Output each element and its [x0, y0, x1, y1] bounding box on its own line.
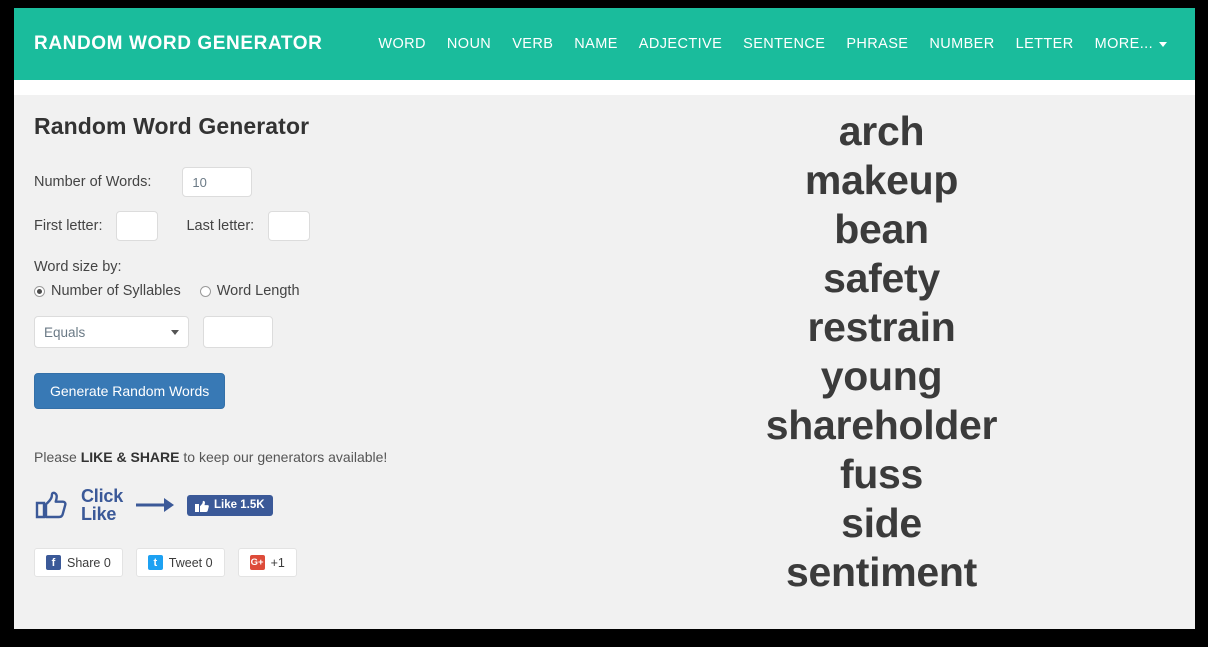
generated-word: young: [820, 353, 943, 399]
first-letter-input[interactable]: [116, 211, 159, 241]
thumbs-up-icon: [195, 500, 209, 512]
facebook-share-button[interactable]: f Share 0: [34, 548, 123, 577]
comparison-select[interactable]: Equals: [34, 316, 189, 348]
generated-word: bean: [834, 206, 929, 252]
comparison-value-input[interactable]: [203, 316, 273, 348]
facebook-icon: f: [46, 555, 61, 570]
comparison-select-value: Equals: [44, 324, 86, 340]
radio-number-of-syllables[interactable]: Number of Syllables: [34, 283, 181, 299]
google-plus-icon: G+: [249, 555, 265, 570]
generated-word: restrain: [807, 304, 956, 350]
site-header: RANDOM WORD GENERATOR WORD NOUN VERB NAM…: [14, 8, 1195, 80]
header-spacer: [14, 80, 1195, 95]
facebook-like-button[interactable]: Like 1.5K: [187, 494, 273, 516]
radio-unselected-icon: [199, 285, 211, 297]
arrow-right-icon: [136, 498, 175, 512]
generated-word: safety: [823, 255, 940, 301]
twitter-tweet-label: Tweet 0: [168, 555, 213, 570]
generated-words-list: arch makeup bean safety restrain young s…: [584, 107, 1179, 597]
nav-item-noun[interactable]: NOUN: [447, 36, 491, 52]
number-of-words-input[interactable]: [182, 167, 253, 197]
chevron-down-icon: [171, 329, 179, 335]
radio-wordlength-label: Word Length: [216, 283, 300, 299]
last-letter-label: Last letter:: [186, 218, 255, 234]
like-note-prefix: Please: [34, 449, 81, 465]
facebook-share-label: Share 0: [67, 555, 111, 570]
nav-item-phrase[interactable]: PHRASE: [846, 36, 908, 52]
facebook-like-label: Like 1.5K: [214, 499, 265, 511]
nav-item-word[interactable]: WORD: [378, 36, 426, 52]
like-note-suffix: to keep our generators available!: [179, 449, 388, 465]
google-plus-label: +1: [270, 555, 285, 570]
generated-word: fuss: [839, 451, 924, 497]
thumbs-up-outline-icon: [35, 491, 67, 519]
click-like-text: Click Like: [81, 487, 123, 523]
page: RANDOM WORD GENERATOR WORD NOUN VERB NAM…: [14, 8, 1195, 629]
generated-word: makeup: [804, 157, 959, 203]
click-like-line1: Click: [81, 486, 124, 506]
generated-word: arch: [838, 108, 925, 154]
google-plus-button[interactable]: G+ +1: [237, 548, 297, 577]
main-navigation: WORD NOUN VERB NAME ADJECTIVE SENTENCE P…: [378, 36, 1173, 52]
generated-word: side: [841, 500, 922, 546]
nav-item-more[interactable]: MORE...: [1095, 36, 1167, 52]
click-like-line2: Like: [81, 504, 117, 524]
nav-more-label: MORE...: [1094, 36, 1153, 52]
radio-syllables-label: Number of Syllables: [51, 283, 181, 299]
chevron-down-icon: [1159, 41, 1167, 47]
generate-random-words-button[interactable]: Generate Random Words: [34, 373, 226, 409]
first-letter-label: First letter:: [34, 218, 103, 234]
last-letter-input[interactable]: [268, 211, 311, 241]
nav-item-number[interactable]: NUMBER: [929, 36, 994, 52]
radio-selected-icon: [34, 285, 45, 297]
nav-item-letter[interactable]: LETTER: [1016, 36, 1074, 52]
site-brand[interactable]: RANDOM WORD GENERATOR: [34, 33, 322, 55]
nav-item-sentence[interactable]: SENTENCE: [743, 36, 825, 52]
nav-item-name[interactable]: NAME: [574, 36, 618, 52]
twitter-icon: t: [147, 555, 163, 570]
number-of-words-label: Number of Words:: [34, 174, 152, 190]
main-content: Random Word Generator Number of Words: F…: [14, 95, 1195, 629]
twitter-tweet-button[interactable]: t Tweet 0: [135, 548, 225, 577]
generated-word: shareholder: [765, 402, 998, 448]
radio-word-length[interactable]: Word Length: [199, 283, 300, 299]
like-note-bold: LIKE & SHARE: [80, 449, 180, 465]
browser-frame: RANDOM WORD GENERATOR WORD NOUN VERB NAM…: [0, 0, 1208, 647]
generated-word: sentiment: [786, 549, 977, 595]
nav-item-verb[interactable]: VERB: [512, 36, 553, 52]
nav-item-adjective[interactable]: ADJECTIVE: [639, 36, 722, 52]
